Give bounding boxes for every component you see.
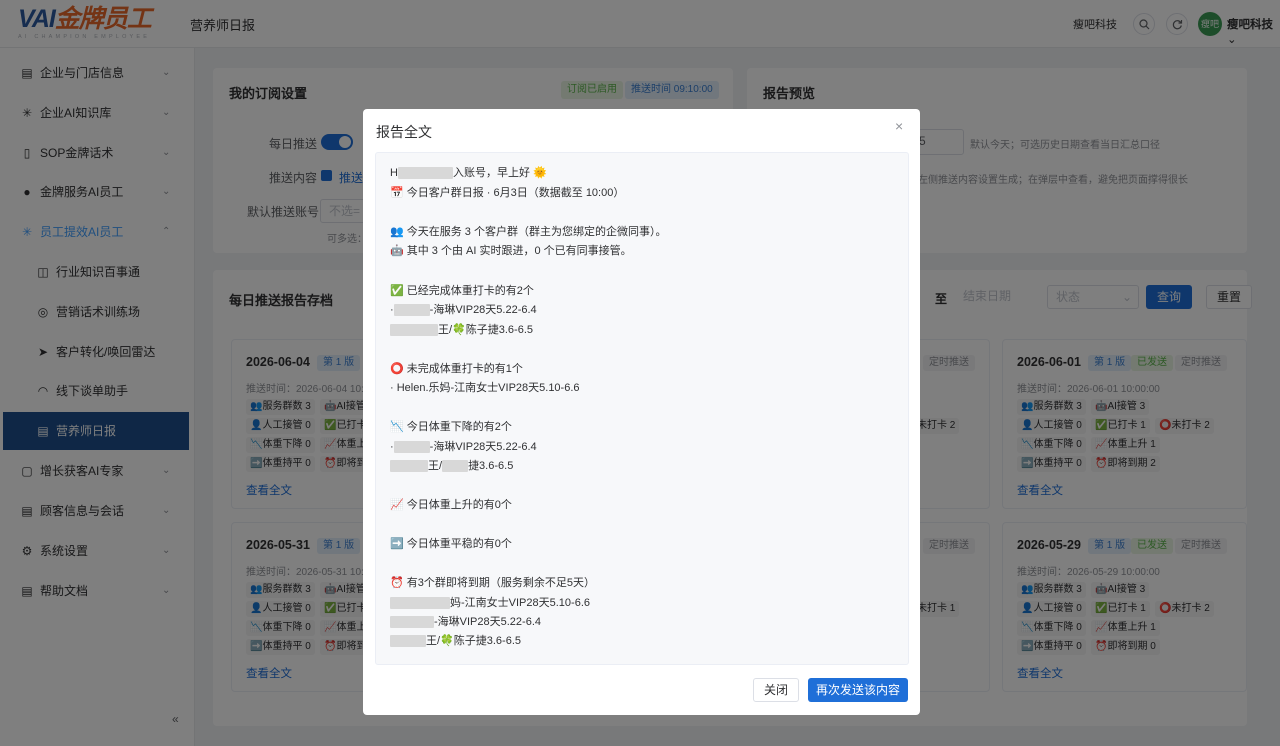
redacted-name bbox=[390, 324, 438, 337]
member-name: 王/🍀陈子捷3.6-6.5 bbox=[426, 635, 521, 647]
checked-in-heading: ✅ 已经完成体重打卡的有2个 bbox=[390, 285, 534, 297]
weight-down-heading: 📉 今日体重下降的有2个 bbox=[390, 421, 512, 433]
weight-up-line: 📈 今日体重上升的有0个 bbox=[390, 499, 512, 511]
member-name-part: 王/ bbox=[428, 460, 443, 472]
greeting-text: 入账号，早上好 🌞 bbox=[452, 167, 547, 179]
redacted-name bbox=[442, 460, 469, 473]
redacted-name bbox=[390, 460, 428, 473]
member-name: -海琳VIP28天5.22-6.4 bbox=[434, 616, 541, 628]
redacted-name bbox=[393, 441, 430, 454]
member-name: -海琳VIP28天5.22-6.4 bbox=[429, 441, 537, 453]
member-name: 妈-江南女士VIP28天5.10-6.6 bbox=[450, 597, 590, 609]
expiring-item: 王/🍀陈子捷3.6-6.5 bbox=[390, 633, 521, 649]
greeting-prefix: H bbox=[390, 167, 398, 179]
member-name: -海琳VIP28天5.22-6.4 bbox=[429, 304, 537, 316]
expiring-item: 妈-江南女士VIP28天5.10-6.6 bbox=[390, 595, 590, 611]
expiring-item: -海琳VIP28天5.22-6.4 bbox=[390, 614, 541, 630]
expiring-heading: ⏰ 有3个群即将到期（服务剩余不足5天） bbox=[390, 577, 595, 589]
redacted-name bbox=[390, 635, 426, 648]
member-name: 王/🍀陈子捷3.6-6.5 bbox=[438, 324, 533, 336]
greeting-line: H 入账号，早上好 🌞 bbox=[390, 165, 547, 181]
not-checked-in-heading: ⭕ 未完成体重打卡的有1个 bbox=[390, 363, 523, 375]
weight-down-item: · -海琳VIP28天5.22-6.4 bbox=[390, 439, 537, 455]
ai-followup-line: 🤖 其中 3 个由 AI 实时跟进，0 个已有同事接管。 bbox=[390, 245, 632, 257]
resend-button[interactable]: 再次发送该内容 bbox=[808, 678, 908, 702]
redacted-name bbox=[390, 616, 434, 629]
not-checked-in-item: · Helen.乐妈-江南女士VIP28天5.10-6.6 bbox=[390, 382, 580, 394]
checked-in-item: 王/🍀陈子捷3.6-6.5 bbox=[390, 322, 533, 338]
redacted-name bbox=[393, 304, 430, 317]
report-modal: 报告全文 × H 入账号，早上好 🌞 📅 今日客户群日报 · 6月3日（数据截至 … bbox=[363, 109, 920, 715]
modal-title: 报告全文 bbox=[376, 124, 432, 140]
weight-down-item: 王/捷3.6-6.5 bbox=[390, 458, 513, 474]
close-button[interactable]: 关闭 bbox=[753, 678, 799, 702]
member-name-part: 捷3.6-6.5 bbox=[468, 460, 514, 472]
redacted-name bbox=[397, 167, 453, 180]
service-groups-line: 👥 今天在服务 3 个客户群（群主为您绑定的企微同事）。 bbox=[390, 226, 667, 238]
checked-in-item: · -海琳VIP28天5.22-6.4 bbox=[390, 302, 537, 318]
redacted-name bbox=[390, 597, 450, 610]
weight-flat-line: ➡️ 今日体重平稳的有0个 bbox=[390, 538, 512, 550]
close-icon[interactable]: × bbox=[895, 118, 903, 134]
report-content: H 入账号，早上好 🌞 📅 今日客户群日报 · 6月3日（数据截至 10:00） … bbox=[375, 152, 909, 665]
report-date-line: 📅 今日客户群日报 · 6月3日（数据截至 10:00） bbox=[390, 187, 625, 199]
